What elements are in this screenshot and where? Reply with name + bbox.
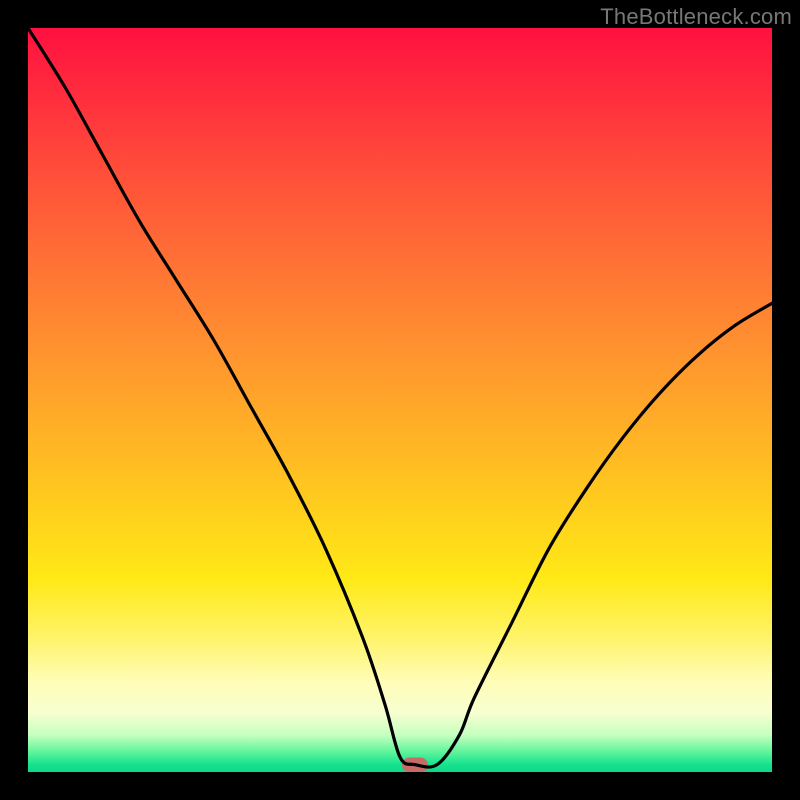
chart-frame: TheBottleneck.com — [0, 0, 800, 800]
watermark-text: TheBottleneck.com — [600, 4, 792, 30]
plot-area — [28, 28, 772, 772]
bottleneck-curve — [28, 28, 772, 772]
curve-path — [28, 28, 772, 767]
